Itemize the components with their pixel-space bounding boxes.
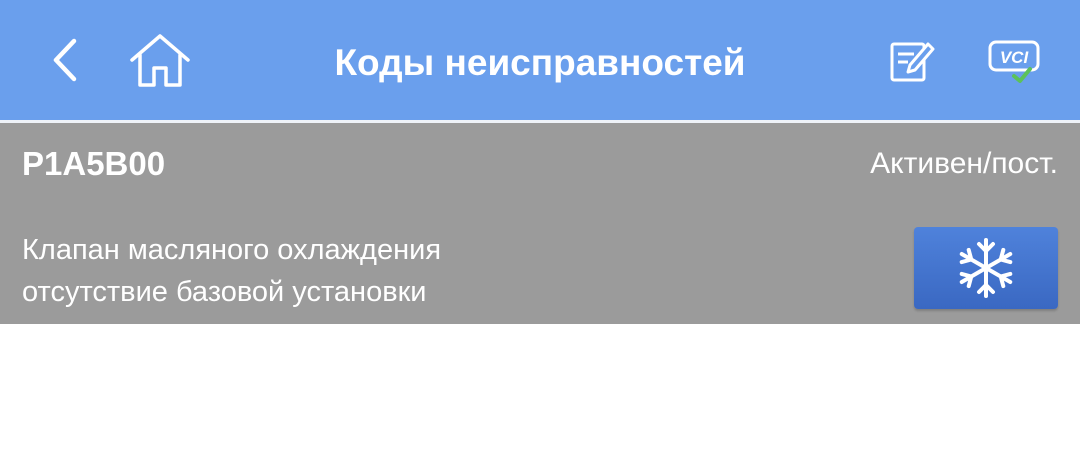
dtc-row[interactable]: P1A5B00 Активен/пост. Клапан масляного о… bbox=[0, 123, 1080, 324]
dtc-description-line: Клапан масляного охлаждения bbox=[22, 234, 442, 266]
back-button[interactable] bbox=[36, 28, 96, 92]
snowflake-icon bbox=[959, 238, 1013, 298]
dtc-description-line: отсутствие базовой установки bbox=[22, 276, 427, 308]
header-toolbar: Коды неисправностей VCI bbox=[0, 0, 1080, 120]
dtc-status: Активен/пост. bbox=[870, 147, 1058, 180]
edit-report-icon bbox=[890, 42, 935, 82]
dtc-description: Клапан масляного охлаждения отсутствие б… bbox=[22, 229, 441, 313]
page-title: Коды неисправностей bbox=[334, 42, 746, 83]
vci-label: VCI bbox=[1000, 48, 1030, 67]
vci-status-button[interactable]: VCI bbox=[978, 30, 1050, 90]
dtc-code: P1A5B00 bbox=[22, 145, 166, 182]
chevron-left-icon bbox=[53, 38, 77, 82]
app-window: Коды неисправностей VCI P1A5B00 Активен/… bbox=[0, 0, 1080, 452]
freeze-frame-button[interactable] bbox=[914, 227, 1058, 309]
home-icon bbox=[130, 34, 190, 87]
edit-report-button[interactable] bbox=[880, 30, 944, 90]
home-button[interactable] bbox=[124, 26, 196, 94]
vci-connected-icon: VCI bbox=[988, 40, 1040, 83]
